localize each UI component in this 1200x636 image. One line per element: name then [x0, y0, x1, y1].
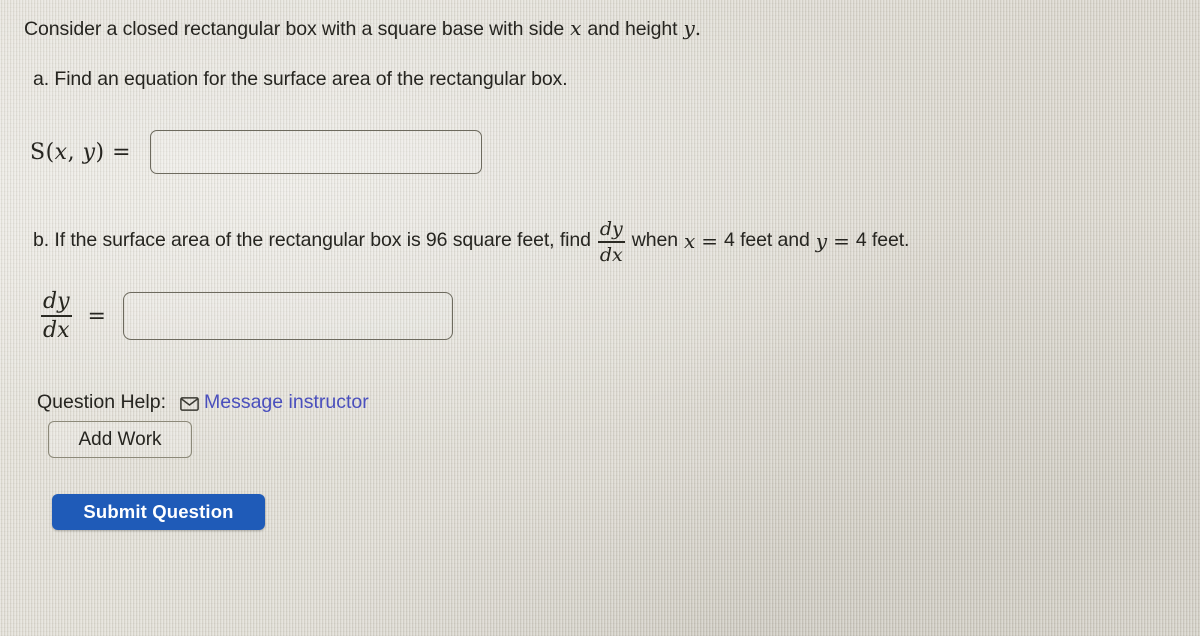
part-b-answer-denominator: dx [43, 317, 70, 343]
part-b-value-x: 4 feet and [724, 229, 810, 252]
surface-area-answer-input[interactable] [150, 130, 483, 174]
label-s-var-y: y [82, 139, 96, 165]
part-a-answer-row: S(x, y) = [30, 130, 483, 174]
part-b-inline-fraction: dy dx [597, 218, 625, 266]
fraction-bar [41, 315, 72, 317]
label-s-open: ( [45, 139, 55, 165]
envelope-icon [180, 396, 199, 411]
message-instructor-link[interactable]: Message instructor [180, 391, 369, 414]
prompt-period: . [694, 16, 702, 40]
part-b-answer-equals: = [87, 303, 106, 329]
part-b-var-x: x [683, 228, 696, 253]
prompt-line: Consider a closed rectangular box with a… [24, 16, 701, 41]
part-b-text-when: when [631, 229, 678, 252]
prompt-text-before: Consider a closed rectangular box with a… [24, 18, 565, 40]
part-b-value-y: 4 feet. [855, 229, 910, 252]
part-b-var-y: y [815, 228, 828, 253]
part-a-answer-label: S(x, y) = [30, 140, 131, 165]
fraction-bar [597, 241, 625, 243]
label-s-close: ) [95, 139, 105, 165]
prompt-var-x: x [570, 16, 582, 40]
part-b-line: b. If the surface area of the rectangula… [33, 218, 910, 266]
part-b-text-before: b. If the surface area of the rectangula… [33, 229, 591, 252]
part-a-text: a. Find an equation for the surface area… [33, 68, 568, 90]
part-b-equals-2: = [833, 228, 850, 253]
question-help-row: Question Help: Message instructor [37, 391, 369, 414]
part-b-answer-numerator: dy [43, 289, 70, 314]
part-b-inline-numerator: dy [599, 218, 623, 240]
part-a-line: a. Find an equation for the surface area… [33, 68, 568, 91]
dydx-answer-input[interactable] [122, 292, 453, 341]
label-s-letter: S [30, 139, 46, 165]
question-help-label: Question Help: [37, 391, 166, 413]
label-s-comma: , [67, 139, 76, 165]
label-s-var-x: x [54, 139, 68, 165]
question-page: Consider a closed rectangular box with a… [0, 0, 1200, 636]
label-s-equals: = [112, 139, 132, 165]
add-work-button[interactable]: Add Work [48, 421, 192, 458]
submit-question-button[interactable]: Submit Question [52, 494, 265, 530]
part-b-inline-denominator: dx [599, 243, 623, 266]
prompt-var-y: y [683, 16, 695, 40]
part-b-equals-1: = [701, 228, 719, 253]
prompt-text-between: and height [587, 18, 678, 40]
part-b-answer-fraction: dy dx [41, 290, 72, 342]
part-b-answer-row: dy dx = [41, 290, 453, 342]
message-instructor-label: Message instructor [204, 391, 369, 413]
